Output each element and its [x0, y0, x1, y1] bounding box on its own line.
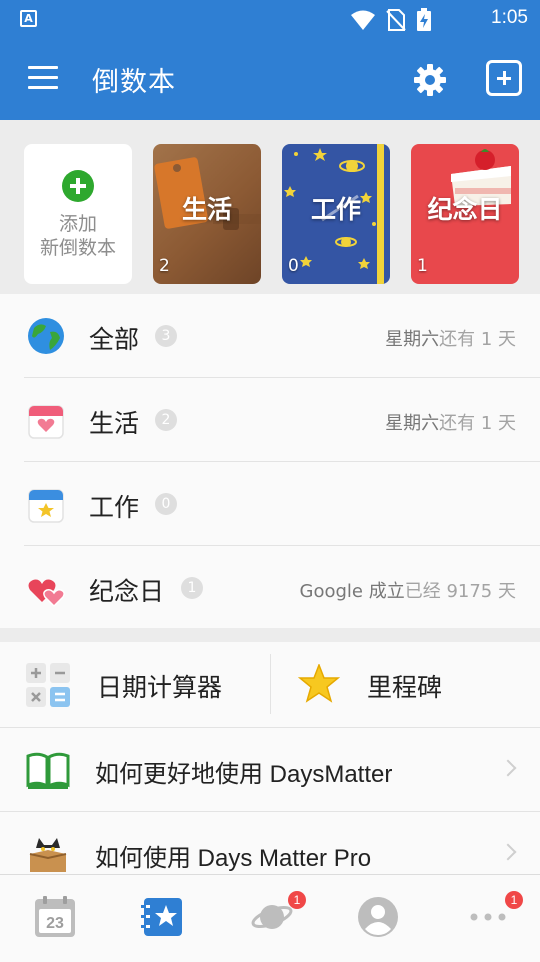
bottom-tab-bar: 23 1 1: [0, 874, 540, 962]
guide-label: 如何更好地使用 DaysMatter: [95, 761, 393, 788]
add-book-label-line1: 添加: [58, 213, 97, 235]
section-gap: [0, 628, 540, 642]
category-next-event: 星期六还有 1 天: [385, 413, 516, 434]
no-sim-icon: [386, 9, 406, 31]
guide-row-daysmatter[interactable]: 如何更好地使用 DaysMatter: [0, 728, 540, 812]
avatar-icon: [358, 897, 398, 937]
globe-icon: [28, 318, 64, 354]
heart-calendar-icon: [28, 405, 64, 439]
page-title: 倒数本: [92, 67, 176, 98]
book-count: 1: [417, 256, 428, 276]
chevron-right-icon: [499, 759, 517, 777]
category-row-anniversary[interactable]: 纪念日 1 Google 成立已经 9175 天: [0, 546, 540, 630]
menu-icon[interactable]: [28, 66, 58, 90]
category-count-badge: 1: [181, 577, 203, 599]
status-bar: A 1:05: [0, 0, 540, 38]
app-bar: 倒数本: [0, 38, 540, 120]
book-shelf: 添加 新倒数本 生活 2 工作 0 纪念日 1: [0, 120, 540, 294]
chevron-right-icon: [499, 843, 517, 861]
book-name: 纪念日: [427, 195, 503, 224]
book-card-life[interactable]: 生活 2: [153, 144, 261, 284]
category-row-life[interactable]: 生活 2 星期六还有 1 天: [0, 378, 540, 462]
guide-label: 如何使用 Days Matter Pro: [95, 845, 372, 872]
category-name: 生活: [89, 409, 140, 438]
category-list: 全部 3 星期六还有 1 天 生活 2 星期六还有 1 天 工作 0 纪念日 1…: [0, 294, 540, 628]
open-book-icon: [26, 752, 70, 789]
category-row-all[interactable]: 全部 3 星期六还有 1 天: [0, 294, 540, 378]
category-next-event: Google 成立已经 9175 天: [299, 581, 516, 602]
book-card-anniversary[interactable]: 纪念日 1: [411, 144, 519, 284]
date-calculator-button[interactable]: 日期计算器: [0, 642, 270, 728]
book-name: 工作: [310, 195, 361, 224]
battery-charging-icon: [417, 8, 431, 31]
add-event-icon[interactable]: [486, 60, 522, 96]
star-calendar-icon: [28, 489, 64, 523]
settings-gear-icon[interactable]: [412, 62, 448, 98]
category-count-badge: 3: [155, 325, 177, 347]
book-card-work[interactable]: 工作 0: [282, 144, 390, 284]
wifi-icon: [351, 10, 375, 30]
calendar-icon: 23: [35, 896, 75, 937]
tab-discover[interactable]: 1: [250, 891, 306, 939]
plus-circle-icon: [62, 170, 94, 202]
more-dots-icon: [470, 913, 506, 921]
book-count: 2: [159, 256, 170, 276]
calendar-day-number: 23: [46, 915, 64, 932]
double-heart-icon: [28, 579, 65, 608]
tab-profile[interactable]: [356, 895, 400, 939]
star-icon: [298, 664, 340, 703]
star-list-icon: [141, 898, 182, 936]
tool-label: 里程碑: [367, 673, 443, 702]
book-name: 生活: [181, 195, 232, 224]
tool-label: 日期计算器: [97, 673, 223, 702]
discover-badge: 1: [288, 891, 306, 909]
tools-row: 日期计算器 里程碑: [0, 642, 540, 728]
calculator-icon: [26, 663, 70, 707]
more-badge: 1: [505, 891, 523, 909]
category-count-badge: 2: [155, 409, 177, 431]
book-count: 0: [288, 256, 299, 276]
category-next-event: 星期六还有 1 天: [385, 329, 516, 350]
category-count-badge: 0: [155, 493, 177, 515]
category-name: 全部: [89, 325, 140, 354]
cat-in-box-icon: [29, 838, 67, 872]
status-time: 1:05: [491, 7, 528, 28]
add-book-card[interactable]: 添加 新倒数本: [24, 144, 132, 284]
app-notification-icon: A: [20, 10, 37, 27]
category-name: 工作: [89, 493, 140, 522]
category-row-work[interactable]: 工作 0: [0, 462, 540, 546]
tab-countdown-books[interactable]: [140, 895, 184, 939]
category-name: 纪念日: [89, 577, 165, 606]
tab-calendar[interactable]: 23: [33, 895, 77, 939]
add-book-label-line2: 新倒数本: [39, 237, 116, 259]
tab-more[interactable]: 1: [466, 891, 523, 939]
milestone-button[interactable]: 里程碑: [271, 642, 540, 728]
